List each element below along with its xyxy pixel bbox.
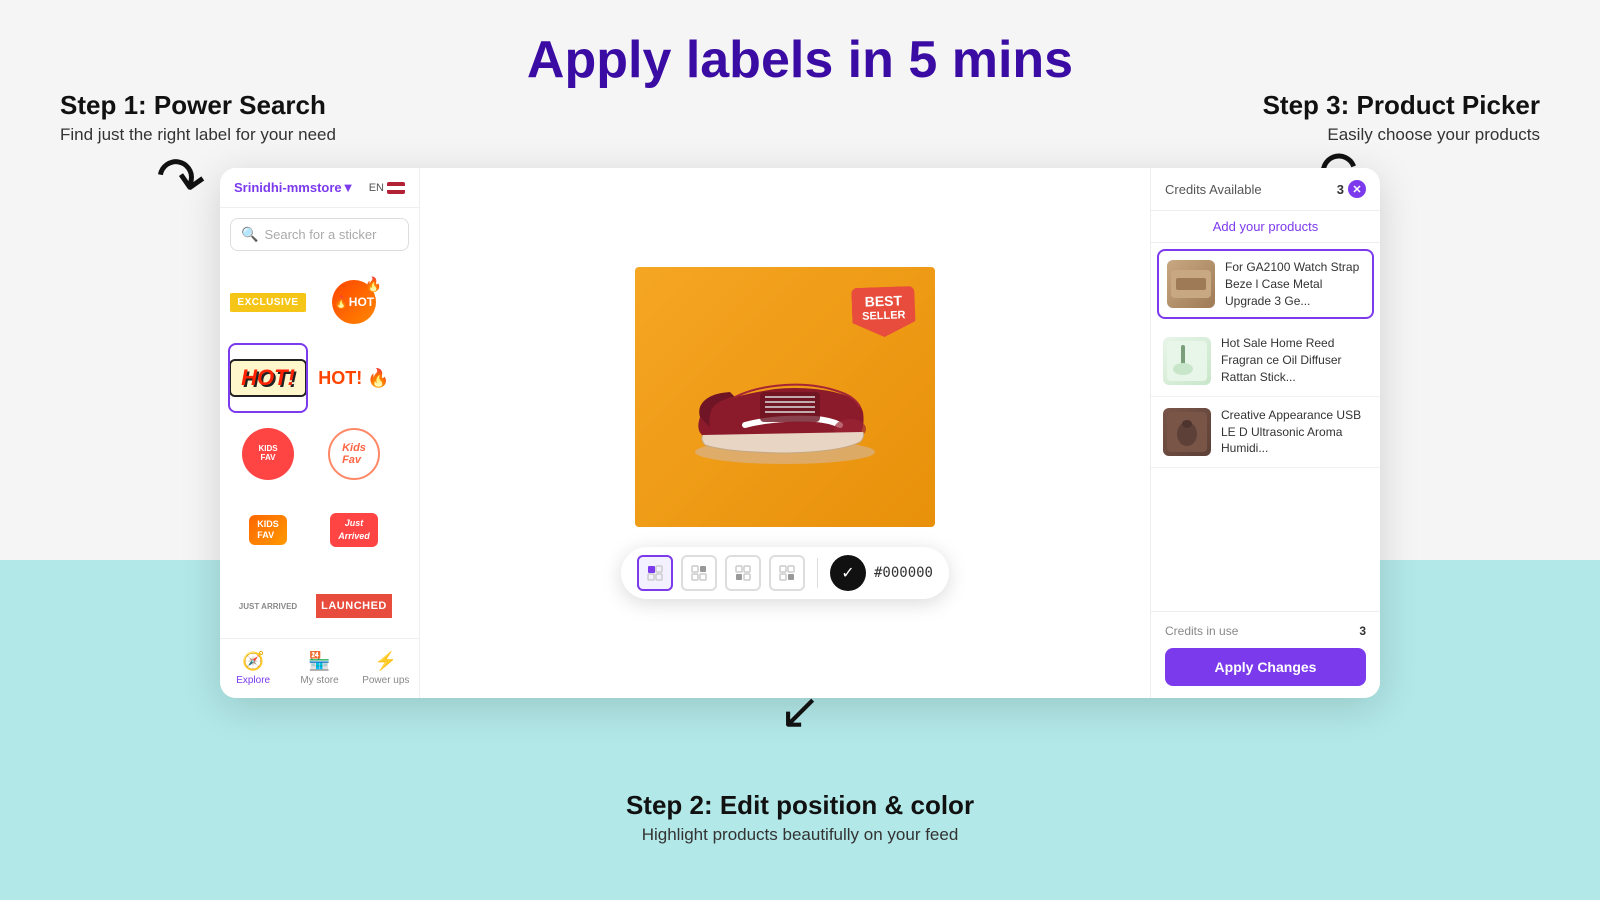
position-top-right-btn[interactable] bbox=[681, 555, 717, 591]
sticker-exclusive-label: EXCLUSIVE bbox=[229, 293, 306, 312]
power-ups-icon: ⚡ bbox=[375, 651, 397, 672]
credits-count: 3 ✕ bbox=[1337, 180, 1366, 198]
nav-explore-label: Explore bbox=[236, 675, 270, 686]
search-icon: 🔍 bbox=[241, 226, 258, 243]
sticker-row-1: EXCLUSIVE 🔥HOT bbox=[228, 267, 411, 337]
sticker-hot-fire[interactable]: 🔥HOT bbox=[314, 267, 394, 337]
sticker-just-arrived-visual: Just Arrived bbox=[330, 513, 378, 547]
product-thumb-2 bbox=[1163, 337, 1211, 385]
nav-explore[interactable]: 🧭 Explore bbox=[220, 647, 286, 690]
sticker-hot-comic-visual: HOT! bbox=[229, 359, 307, 397]
product-item-1[interactable]: For GA2100 Watch Strap Beze l Case Metal… bbox=[1157, 249, 1374, 319]
my-store-icon: 🏪 bbox=[308, 651, 330, 672]
app-window: Srinidhi-mmstore▼ EN 🔍 Search for a stic… bbox=[220, 168, 1380, 698]
credits-icon: ✕ bbox=[1348, 180, 1366, 198]
position-bottom-right-btn[interactable] bbox=[769, 555, 805, 591]
sidebar: Srinidhi-mmstore▼ EN 🔍 Search for a stic… bbox=[220, 168, 420, 698]
product-name-1: For GA2100 Watch Strap Beze l Case Metal… bbox=[1225, 259, 1364, 309]
sticker-kids-fav-badge-visual: KIDSFAV bbox=[249, 515, 287, 545]
step3-label: Step 3: Product Picker Easily choose you… bbox=[1263, 90, 1540, 145]
product-item-2[interactable]: Hot Sale Home Reed Fragran ce Oil Diffus… bbox=[1151, 325, 1380, 396]
explore-icon: 🧭 bbox=[242, 651, 264, 672]
product-list: For GA2100 Watch Strap Beze l Case Metal… bbox=[1151, 243, 1380, 611]
step2-title: Step 2: Edit position & color bbox=[626, 790, 974, 821]
search-placeholder-text: Search for a sticker bbox=[264, 227, 376, 242]
credits-header: Credits Available 3 ✕ bbox=[1151, 168, 1380, 211]
position-top-left-btn[interactable] bbox=[637, 555, 673, 591]
sticker-hot-fire-visual: 🔥HOT bbox=[332, 280, 376, 324]
nav-my-store[interactable]: 🏪 My store bbox=[286, 647, 352, 690]
credits-available-label: Credits Available bbox=[1165, 182, 1262, 197]
credits-in-use-row: Credits in use 3 bbox=[1165, 624, 1366, 638]
color-hex-value: #000000 bbox=[874, 565, 933, 581]
sticker-row-5: JUST ARRIVED LAUNCHED bbox=[228, 571, 411, 638]
sidebar-nav: 🧭 Explore 🏪 My store ⚡ Power ups bbox=[220, 638, 419, 698]
sticker-grid: EXCLUSIVE 🔥HOT HOT! HOT! 🔥 bbox=[220, 261, 419, 638]
main-content: BEST SELLER bbox=[420, 168, 1150, 698]
page-title: Apply labels in 5 mins bbox=[527, 30, 1073, 90]
sticker-just-arrived-2[interactable]: JUST ARRIVED bbox=[228, 571, 308, 638]
product-image-container: BEST SELLER bbox=[635, 267, 935, 527]
bottom-left-icon bbox=[734, 564, 752, 582]
top-left-icon bbox=[646, 564, 664, 582]
step3-title: Step 3: Product Picker bbox=[1263, 90, 1540, 121]
step1-subtitle: Find just the right label for your need bbox=[60, 125, 336, 145]
sticker-exclusive[interactable]: EXCLUSIVE bbox=[228, 267, 308, 337]
sticker-kids-fav-badge[interactable]: KIDSFAV bbox=[228, 495, 308, 565]
arrow-step2-icon: ↙ bbox=[779, 682, 821, 740]
nav-my-store-label: My store bbox=[300, 675, 338, 686]
sticker-kids-fav-script-visual: KidsFav bbox=[328, 428, 380, 480]
sticker-launched[interactable]: LAUNCHED bbox=[314, 571, 394, 638]
sticker-launched-visual: LAUNCHED bbox=[314, 594, 394, 618]
credits-footer: Credits in use 3 Apply Changes bbox=[1151, 611, 1380, 698]
step2-subtitle: Highlight products beautifully on your f… bbox=[626, 825, 974, 845]
top-right-icon bbox=[690, 564, 708, 582]
right-panel: Credits Available 3 ✕ Add your products … bbox=[1150, 168, 1380, 698]
flag-icon bbox=[387, 182, 405, 194]
store-name: Srinidhi-mmstore▼ bbox=[234, 180, 355, 195]
sticker-row-4: KIDSFAV Just Arrived bbox=[228, 495, 411, 565]
sticker-hot-comic[interactable]: HOT! bbox=[228, 343, 308, 413]
shoe-illustration bbox=[675, 317, 895, 477]
credits-in-use-label: Credits in use bbox=[1165, 624, 1238, 638]
sticker-hot-text-visual: HOT! 🔥 bbox=[318, 368, 389, 389]
add-products-button[interactable]: Add your products bbox=[1151, 211, 1380, 243]
sticker-kids-fav-script[interactable]: KidsFav bbox=[314, 419, 394, 489]
step3-subtitle: Easily choose your products bbox=[1263, 125, 1540, 145]
sticker-just-arrived[interactable]: Just Arrived bbox=[314, 495, 394, 565]
sticker-row-3: KIDS FAV KidsFav bbox=[228, 419, 411, 489]
position-color-toolbar: ✓ #000000 bbox=[621, 547, 949, 599]
product-thumb-1 bbox=[1167, 260, 1215, 308]
nav-power-ups[interactable]: ⚡ Power ups bbox=[353, 647, 419, 690]
product-thumb-3 bbox=[1163, 408, 1211, 456]
arrow-step1-icon: ↷ bbox=[150, 146, 210, 214]
lang-badge: EN bbox=[369, 182, 405, 194]
search-box[interactable]: 🔍 Search for a sticker bbox=[230, 218, 409, 251]
color-check-icon: ✓ bbox=[841, 563, 854, 583]
bottom-right-icon bbox=[778, 564, 796, 582]
position-bottom-left-btn[interactable] bbox=[725, 555, 761, 591]
apply-changes-button[interactable]: Apply Changes bbox=[1165, 648, 1366, 686]
sidebar-header: Srinidhi-mmstore▼ EN bbox=[220, 168, 419, 208]
nav-power-ups-label: Power ups bbox=[362, 675, 409, 686]
sticker-row-2: HOT! HOT! 🔥 bbox=[228, 343, 411, 413]
step2-label: Step 2: Edit position & color Highlight … bbox=[626, 790, 974, 845]
color-picker-btn[interactable]: ✓ bbox=[830, 555, 866, 591]
step1-label: Step 1: Power Search Find just the right… bbox=[60, 90, 336, 145]
sticker-hot-text[interactable]: HOT! 🔥 bbox=[314, 343, 394, 413]
sticker-kids-fav-circle-visual: KIDS FAV bbox=[242, 428, 294, 480]
product-item-3[interactable]: Creative Appearance USB LE D Ultrasonic … bbox=[1151, 397, 1380, 468]
product-name-2: Hot Sale Home Reed Fragran ce Oil Diffus… bbox=[1221, 335, 1368, 385]
product-name-3: Creative Appearance USB LE D Ultrasonic … bbox=[1221, 407, 1368, 457]
toolbar-divider bbox=[817, 558, 818, 588]
step1-title: Step 1: Power Search bbox=[60, 90, 336, 121]
sticker-kids-fav-circle[interactable]: KIDS FAV bbox=[228, 419, 308, 489]
credits-in-use-value: 3 bbox=[1359, 624, 1366, 638]
